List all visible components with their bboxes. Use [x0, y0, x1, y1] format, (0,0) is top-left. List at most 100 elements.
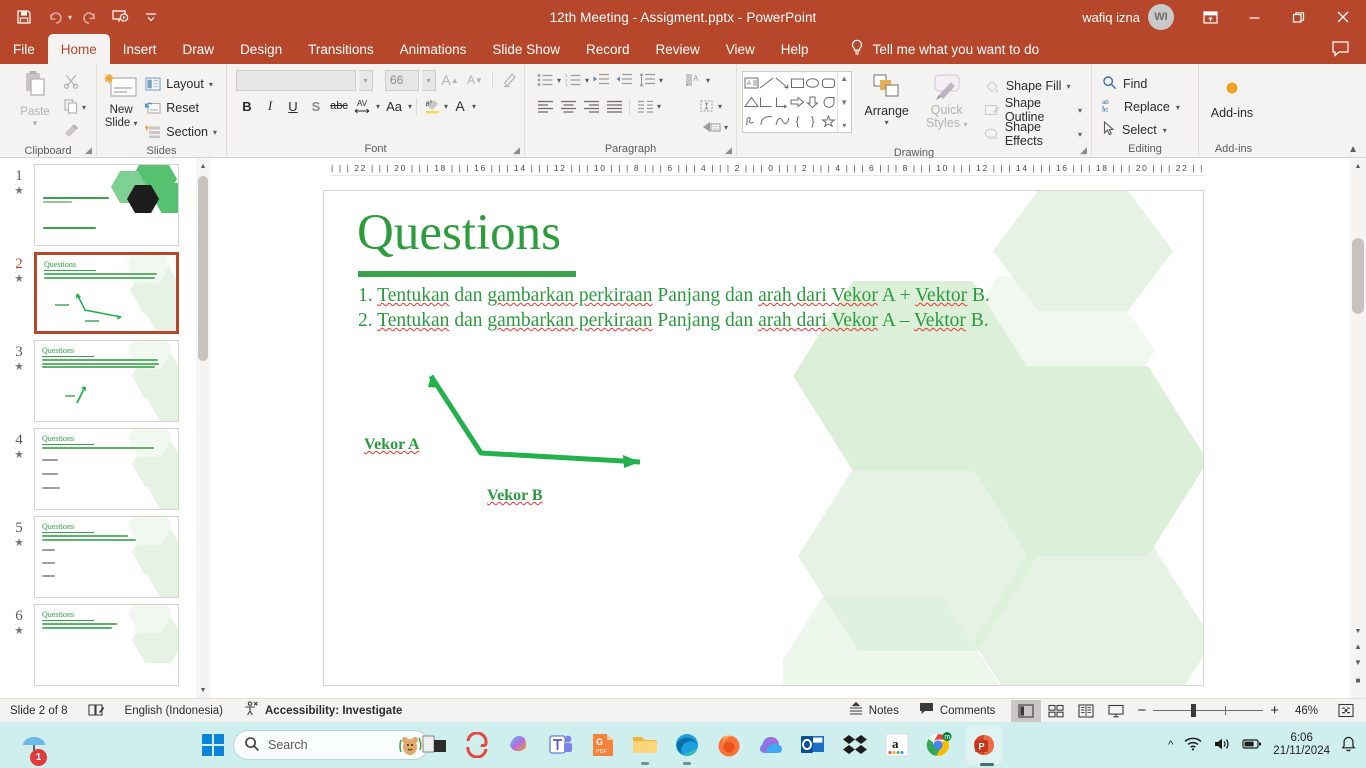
- convert-to-smartart-icon[interactable]: [701, 116, 723, 138]
- save-icon[interactable]: [10, 4, 38, 30]
- font-dialog-launcher[interactable]: ◢: [511, 145, 522, 156]
- underline-icon[interactable]: U: [282, 95, 304, 117]
- justify-icon[interactable]: [603, 95, 625, 117]
- text-shadow-icon[interactable]: S: [305, 95, 327, 117]
- shape-right-brace-icon[interactable]: }: [805, 112, 820, 131]
- fit-slide-icon[interactable]: ■: [1350, 672, 1366, 688]
- shapes-gallery[interactable]: A {} ▲ ▼ ▾: [742, 71, 852, 133]
- zoom-slider[interactable]: − +: [1131, 702, 1285, 719]
- notes-button[interactable]: Notes: [839, 699, 909, 723]
- collapse-ribbon-icon[interactable]: ▲: [1348, 144, 1358, 155]
- undo-icon[interactable]: [41, 4, 69, 30]
- next-slide-icon[interactable]: ▼: [1350, 654, 1366, 670]
- thumbnail-frame[interactable]: Questions: [34, 516, 179, 598]
- tab-draw[interactable]: Draw: [170, 34, 228, 64]
- comments-icon[interactable]: [1331, 40, 1350, 60]
- replace-caret[interactable]: ▾: [1176, 103, 1180, 112]
- language-indicator[interactable]: English (Indonesia): [115, 699, 233, 723]
- taskbar-clock[interactable]: 6:06 21/11/2024: [1273, 732, 1330, 758]
- drawing-dialog-launcher[interactable]: ◢: [1078, 145, 1089, 156]
- tab-transitions[interactable]: Transitions: [295, 34, 387, 64]
- restore-icon[interactable]: [1276, 0, 1320, 34]
- new-slide-button[interactable]: New Slide ▾: [102, 69, 140, 130]
- shape-arrow-icon[interactable]: [775, 73, 790, 92]
- shape-curve-icon[interactable]: [759, 112, 774, 131]
- thumbnail-slide-3[interactable]: 3 ★ Questions: [0, 334, 193, 422]
- paste-dropdown-caret[interactable]: ▾: [33, 118, 38, 128]
- page-title[interactable]: Questions: [357, 206, 561, 261]
- align-center-icon[interactable]: [557, 95, 579, 117]
- character-spacing-caret[interactable]: ▾: [376, 102, 380, 111]
- edge-icon[interactable]: [672, 730, 702, 765]
- task-view-icon[interactable]: [420, 730, 450, 760]
- zoom-in-button[interactable]: +: [1270, 702, 1279, 719]
- paste-button[interactable]: Paste ▾: [9, 67, 61, 128]
- thumbnail-scroll-down-icon[interactable]: ▼: [196, 682, 210, 698]
- thumbnail-slide-1[interactable]: 1 ★: [0, 158, 193, 246]
- shape-fill-caret[interactable]: ▾: [1066, 82, 1070, 91]
- tab-record[interactable]: Record: [573, 34, 643, 64]
- dropbox-icon[interactable]: [840, 730, 870, 760]
- show-hidden-icons[interactable]: ^: [1168, 739, 1173, 751]
- search-input[interactable]: Search: [233, 730, 429, 760]
- scroll-down-icon[interactable]: ▼: [1350, 623, 1366, 640]
- font-name-input[interactable]: [236, 69, 356, 91]
- shape-oval-icon[interactable]: [805, 73, 820, 92]
- zoom-level[interactable]: 46%: [1285, 699, 1328, 723]
- tab-review[interactable]: Review: [643, 34, 713, 64]
- arrange-button[interactable]: Arrange ▾: [860, 71, 914, 127]
- columns-caret[interactable]: ▾: [657, 102, 661, 111]
- volume-icon[interactable]: [1213, 737, 1231, 754]
- slide-scrollbar[interactable]: ▲ ▲ ▼ ■ ▼: [1350, 158, 1366, 698]
- zoom-knob[interactable]: [1191, 704, 1197, 717]
- arrange-caret[interactable]: ▾: [885, 118, 889, 127]
- shape-effects-caret[interactable]: ▾: [1078, 130, 1082, 139]
- tab-file[interactable]: File: [0, 34, 48, 64]
- tab-help[interactable]: Help: [768, 34, 822, 64]
- close-icon[interactable]: [1320, 0, 1366, 34]
- shape-outline-caret[interactable]: ▾: [1078, 106, 1082, 115]
- shape-left-brace-icon[interactable]: {: [790, 112, 805, 131]
- decrease-font-size-icon[interactable]: A ▼: [464, 69, 486, 91]
- clipboard-dialog-launcher[interactable]: ◢: [83, 145, 94, 156]
- change-case-caret[interactable]: ▾: [408, 102, 412, 111]
- zoom-track[interactable]: [1153, 704, 1264, 717]
- thumbnail-frame[interactable]: Questions: [34, 340, 179, 422]
- font-color-caret[interactable]: ▾: [472, 102, 476, 111]
- font-size-input[interactable]: 66: [385, 69, 419, 91]
- layout-button[interactable]: Layout ▾: [140, 73, 221, 95]
- copilot-icon[interactable]: [504, 730, 534, 760]
- thumbnail-slide-4[interactable]: 4 ★ Questions: [0, 422, 193, 510]
- increase-font-size-icon[interactable]: A ▲: [439, 69, 461, 91]
- thumbnail-slide-6[interactable]: 6 ★ Questions: [0, 598, 193, 686]
- increase-indent-icon[interactable]: [613, 69, 635, 91]
- scroll-up-icon[interactable]: ▲: [1350, 158, 1366, 175]
- align-text-icon[interactable]: [695, 95, 717, 117]
- tab-home[interactable]: Home: [47, 34, 110, 64]
- bold-icon[interactable]: B: [236, 95, 258, 117]
- shapes-gallery-scrollbar[interactable]: ▲ ▼ ▾: [836, 72, 851, 132]
- reading-view-button[interactable]: [1071, 700, 1101, 722]
- replace-button[interactable]: ab ac Replace ▾: [1097, 96, 1185, 118]
- battery-icon[interactable]: [1242, 737, 1262, 753]
- numbering-icon[interactable]: 123: [562, 69, 584, 91]
- undo-dropdown-caret[interactable]: ▾: [68, 13, 72, 22]
- tab-view[interactable]: View: [713, 34, 768, 64]
- thumbnail-scroll-up-icon[interactable]: ▲: [196, 158, 210, 174]
- align-right-icon[interactable]: [580, 95, 602, 117]
- start-button[interactable]: [198, 730, 228, 760]
- shapes-scroll-down-icon[interactable]: ▼: [840, 98, 848, 107]
- align-left-icon[interactable]: [534, 95, 556, 117]
- text-highlight-caret[interactable]: ▾: [444, 102, 448, 111]
- avatar[interactable]: WI: [1148, 4, 1174, 30]
- shape-right-arrow-icon[interactable]: [790, 92, 805, 111]
- vector-a-label[interactable]: Vekor A: [364, 436, 420, 454]
- shape-line-icon[interactable]: [759, 73, 774, 92]
- decrease-indent-icon[interactable]: [590, 69, 612, 91]
- select-caret[interactable]: ▾: [1163, 126, 1167, 135]
- tab-slide-show[interactable]: Slide Show: [479, 34, 573, 64]
- edge-legacy-icon[interactable]: [462, 730, 492, 760]
- strikethrough-icon[interactable]: abc: [328, 95, 350, 117]
- shape-triangle-icon[interactable]: [744, 92, 760, 111]
- firefox-icon[interactable]: [714, 730, 744, 760]
